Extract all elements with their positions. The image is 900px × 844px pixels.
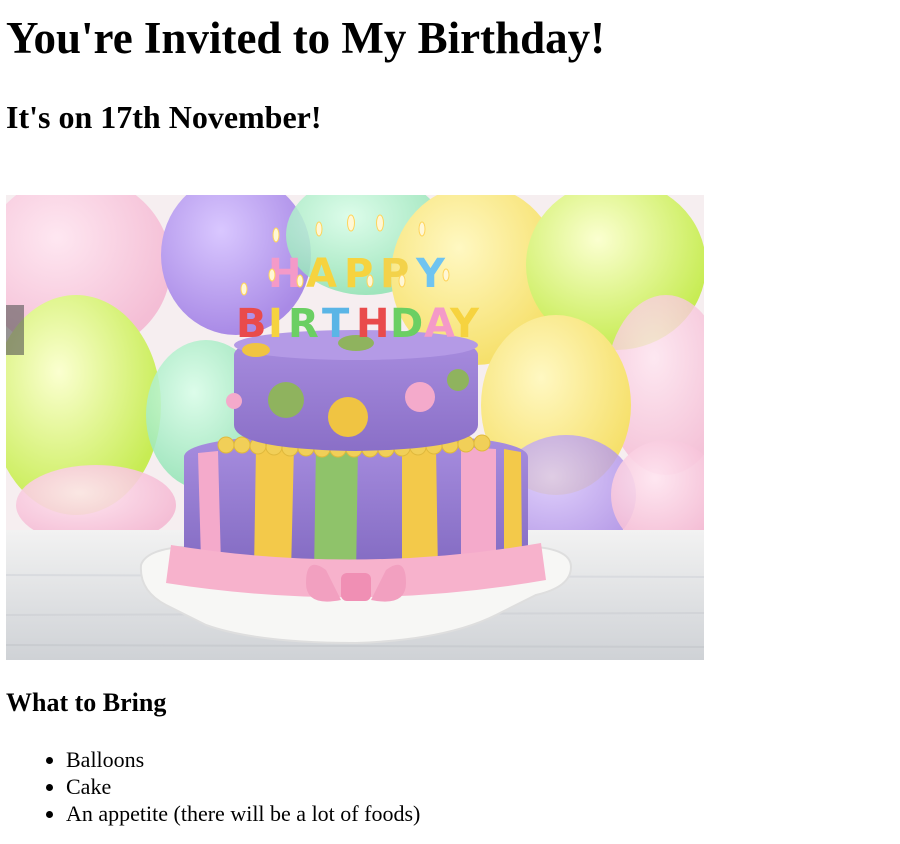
- svg-text:R: R: [288, 301, 319, 347]
- svg-text:D: D: [390, 301, 423, 347]
- page-title: You're Invited to My Birthday!: [6, 13, 606, 63]
- svg-text:I: I: [268, 301, 283, 347]
- svg-text:T: T: [322, 301, 350, 347]
- svg-text:Y: Y: [415, 251, 446, 297]
- svg-text:P: P: [344, 251, 373, 297]
- list-item: Balloons: [66, 746, 420, 773]
- list-item: Cake: [66, 773, 420, 800]
- birthday-cake-image: H A P P Y B I R T H D A Y: [6, 195, 704, 660]
- svg-text:A: A: [306, 251, 337, 297]
- svg-text:P: P: [380, 251, 409, 297]
- bring-list: Balloons Cake An appetite (there will be…: [6, 746, 420, 827]
- svg-text:Y: Y: [449, 301, 480, 347]
- svg-text:H: H: [356, 301, 389, 347]
- what-to-bring-heading: What to Bring: [6, 688, 167, 717]
- svg-text:B: B: [236, 301, 267, 347]
- list-item: An appetite (there will be a lot of food…: [66, 800, 420, 827]
- page-subtitle: It's on 17th November!: [6, 99, 322, 135]
